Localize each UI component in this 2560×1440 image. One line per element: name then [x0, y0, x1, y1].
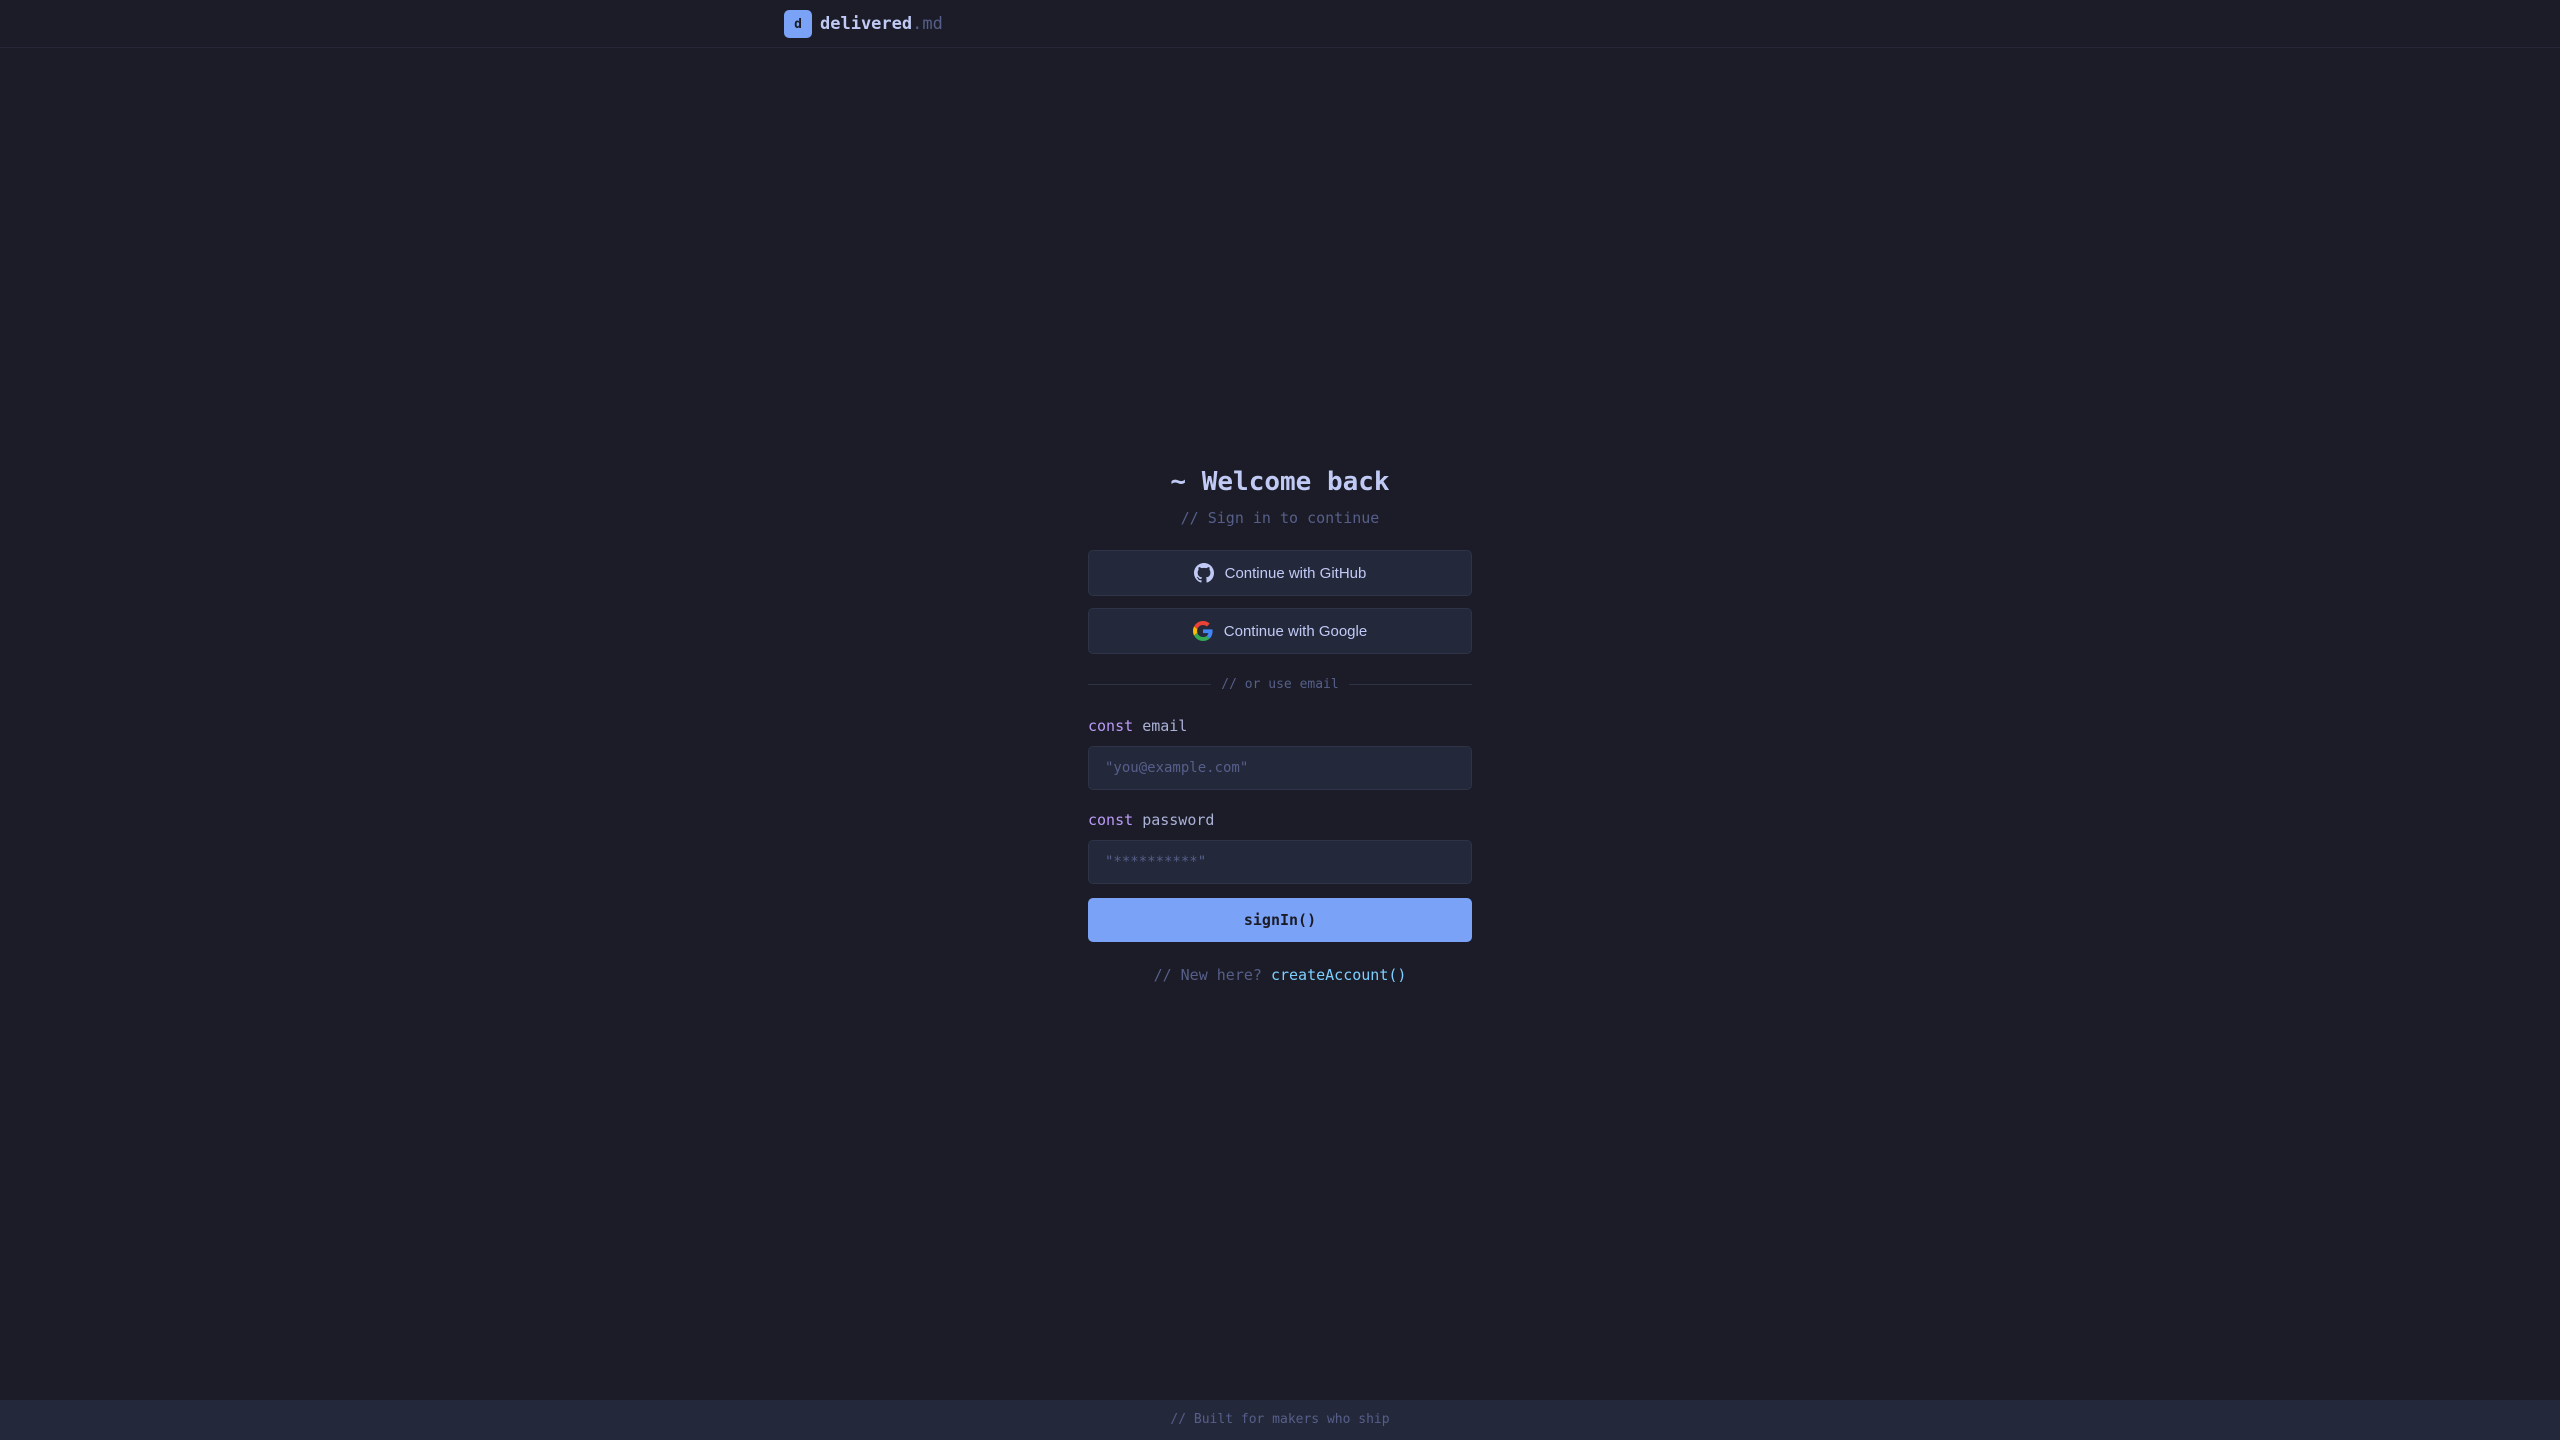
email-label-keyword: const	[1088, 717, 1134, 735]
github-login-button[interactable]: Continue with GitHub	[1088, 550, 1472, 596]
top-bar: d delivered .md	[0, 0, 2560, 48]
password-label: const password	[1088, 810, 1472, 830]
password-label-name: password	[1142, 811, 1215, 829]
divider-text: // or use email	[1221, 676, 1339, 692]
footer-text: // Built for makers who ship	[1170, 1412, 1390, 1427]
brand-extension: .md	[912, 14, 943, 34]
google-icon	[1192, 621, 1213, 641]
signup-prompt: // New here? createAccount()	[1088, 966, 1472, 984]
email-field[interactable]	[1088, 746, 1472, 790]
signup-prompt-text: // New here?	[1153, 966, 1262, 984]
email-label: const email	[1088, 716, 1472, 736]
google-login-button[interactable]: Continue with Google	[1088, 608, 1472, 654]
create-account-link[interactable]: createAccount()	[1271, 966, 1406, 984]
google-login-label: Continue with Google	[1223, 622, 1368, 640]
github-login-label: Continue with GitHub	[1224, 564, 1367, 582]
page-subtitle: // Sign in to continue	[1180, 509, 1380, 527]
password-field[interactable]	[1088, 840, 1472, 884]
divider-line-left	[1088, 683, 1212, 685]
email-label-name: email	[1142, 717, 1188, 735]
logo-mark: d	[784, 10, 812, 38]
login-card: ~ Welcome back // Sign in to continue Co…	[1088, 462, 1472, 984]
footer: // Built for makers who ship	[0, 1400, 2560, 1440]
brand-logo[interactable]: d delivered .md	[784, 10, 943, 38]
github-icon	[1193, 563, 1214, 583]
password-label-keyword: const	[1088, 811, 1134, 829]
sign-in-button[interactable]: signIn()	[1088, 898, 1472, 942]
page-title: ~ Welcome back	[1170, 467, 1390, 497]
brand-name: delivered	[820, 14, 913, 34]
divider: // or use email	[1088, 674, 1472, 694]
divider-line-right	[1348, 683, 1472, 685]
